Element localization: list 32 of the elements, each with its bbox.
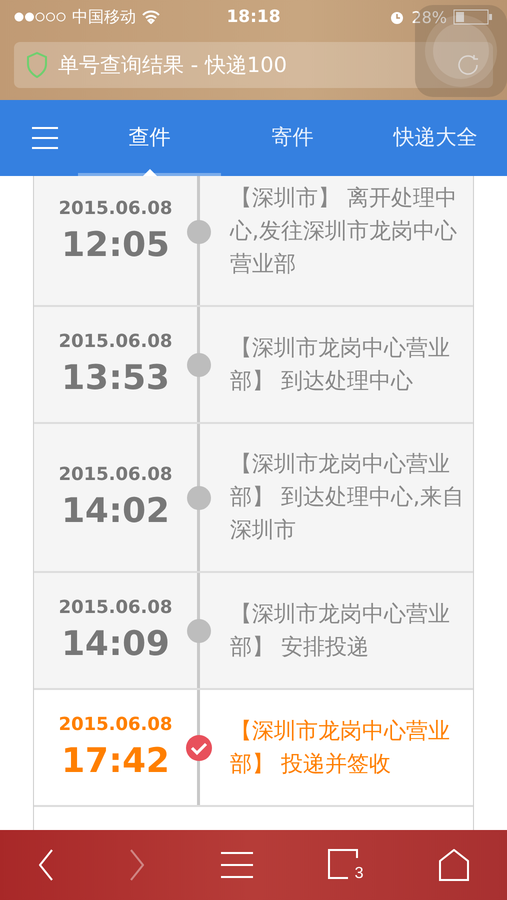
event-time: 17:42 bbox=[61, 741, 170, 781]
event-time: 14:02 bbox=[61, 491, 170, 531]
event-description: 【深圳市龙岗中心营业部】 投递并签收 bbox=[230, 718, 451, 778]
nav-tab[interactable]: 快递大全 bbox=[364, 100, 507, 176]
tabs-button[interactable]: 3 bbox=[326, 845, 366, 885]
event-time: 13:53 bbox=[61, 358, 170, 398]
nav-tab[interactable]: 寄件 bbox=[221, 100, 364, 176]
event-date: 2015.06.08 bbox=[58, 464, 172, 485]
event-description: 【深圳市龙岗中心营业部】 安排投递 bbox=[230, 600, 451, 662]
home-icon bbox=[438, 849, 468, 881]
battery-percent: 28% bbox=[411, 8, 447, 26]
status-time: 18:18 bbox=[226, 7, 281, 27]
event-description: 【深圳市龙岗中心营业部】 到达处理中心 bbox=[230, 334, 451, 396]
event-date: 2015.06.08 bbox=[58, 331, 172, 352]
alarm-icon bbox=[389, 9, 406, 25]
event-description: 【深圳市】 离开处理中心,发往深圳市龙岗中心营业部 bbox=[230, 185, 458, 279]
battery-icon bbox=[453, 9, 493, 25]
carrier-name: 中国移动 bbox=[72, 6, 136, 28]
menu-icon bbox=[220, 852, 252, 878]
wifi-icon bbox=[142, 10, 160, 24]
event-date: 2015.06.08 bbox=[58, 597, 172, 618]
event-date: 2015.06.08 bbox=[58, 714, 172, 735]
event-time: 12:05 bbox=[61, 225, 170, 265]
shield-icon bbox=[26, 52, 48, 78]
event-date: 2015.06.08 bbox=[58, 198, 172, 219]
menu-icon[interactable] bbox=[32, 127, 58, 149]
event-description: 【深圳市龙岗中心营业部】 到达处理中心,来自深圳市 bbox=[230, 451, 465, 545]
back-icon bbox=[38, 849, 52, 881]
page-title: 单号查询结果 - 快递100 bbox=[58, 52, 288, 79]
event-time: 14:09 bbox=[61, 624, 170, 664]
signal-icon bbox=[14, 12, 66, 22]
forward-icon bbox=[130, 849, 144, 881]
